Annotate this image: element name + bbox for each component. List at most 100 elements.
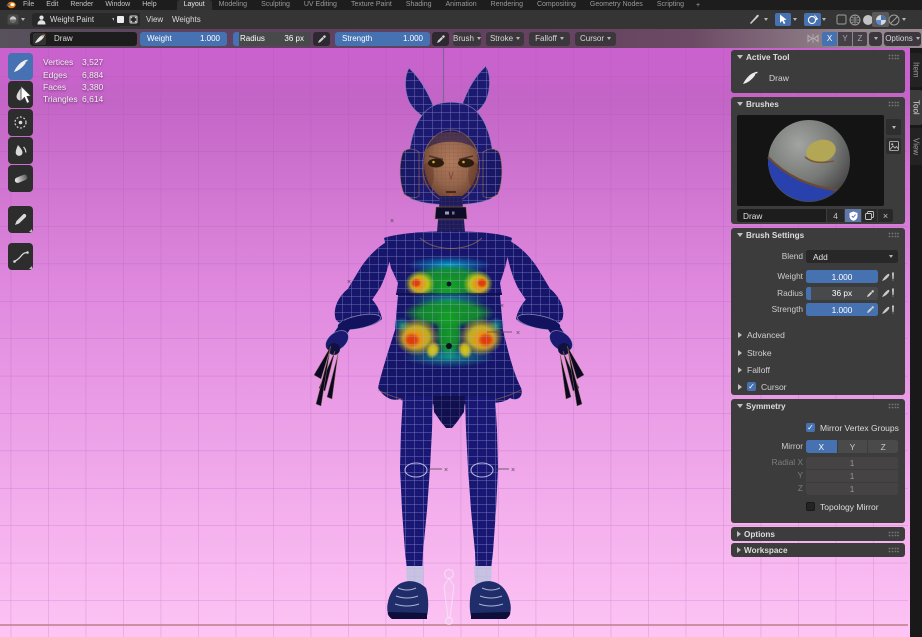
tab-geometry-nodes[interactable]: Geometry Nodes	[583, 0, 650, 10]
subpanel-stroke[interactable]: Stroke	[731, 346, 905, 359]
tab-compositing[interactable]: Compositing	[530, 0, 583, 10]
tool-measure-button[interactable]	[8, 243, 33, 270]
panel-grip-icon[interactable]	[888, 101, 899, 107]
subpanel-cursor[interactable]: ✓Cursor	[731, 380, 905, 393]
menu-help[interactable]: Help	[136, 0, 162, 10]
sidebar-tab-tool[interactable]: Tool	[910, 90, 922, 125]
brush-duplicate-button[interactable]	[862, 209, 877, 222]
panel-options-header[interactable]: Options	[731, 527, 905, 541]
radial-y-field[interactable]: 1	[806, 470, 898, 482]
tab-modeling[interactable]: Modeling	[212, 0, 254, 10]
unified-strength-icon[interactable]	[881, 304, 897, 316]
panel-strength-label: Strength	[733, 303, 803, 316]
symmetry-x-button[interactable]: X	[806, 440, 837, 453]
tab-uv-editing[interactable]: UV Editing	[297, 0, 344, 10]
blender-logo-icon[interactable]	[4, 1, 17, 9]
mirror-z-button[interactable]: Z	[853, 32, 867, 47]
panel-brush-settings-header[interactable]: Brush Settings	[731, 228, 905, 242]
symmetry-y-button[interactable]: Y	[838, 440, 868, 453]
topology-mirror-checkbox[interactable]	[806, 502, 815, 511]
menu-window[interactable]: Window	[99, 0, 136, 10]
brush-user-count[interactable]: 4	[827, 209, 844, 222]
paint-mask-face-button[interactable]	[127, 13, 140, 26]
panel-grip-icon[interactable]	[888, 54, 899, 60]
tab-scripting[interactable]: Scripting	[650, 0, 691, 10]
gizmo-toggle-button[interactable]	[775, 13, 791, 26]
symmetry-z-button[interactable]: Z	[868, 440, 898, 453]
editor-type-button[interactable]	[5, 13, 27, 26]
panel-symmetry-header[interactable]: Symmetry	[731, 399, 905, 413]
brush-unlink-button[interactable]: ×	[878, 209, 893, 222]
panel-workspace-header[interactable]: Workspace	[731, 543, 905, 557]
brush-fake-user-button[interactable]	[845, 209, 861, 222]
tab-rendering[interactable]: Rendering	[484, 0, 530, 10]
falloff-popover-button[interactable]: Falloff	[529, 32, 570, 47]
eyedropper-icon[interactable]	[866, 305, 875, 314]
unified-radius-icon[interactable]	[881, 287, 897, 299]
cursor-checkbox[interactable]: ✓	[747, 382, 756, 391]
brush-preview-expand-button[interactable]	[886, 119, 901, 135]
tab-shading[interactable]: Shading	[399, 0, 439, 10]
xray-toggle-icon[interactable]	[836, 14, 847, 25]
paint-mask-vertex-button[interactable]	[114, 13, 127, 26]
brush-name-field[interactable]: Draw	[737, 209, 826, 222]
menu-edit[interactable]: Edit	[40, 0, 64, 10]
tab-layout[interactable]: Layout	[177, 0, 212, 10]
tool-settings-button[interactable]	[746, 13, 763, 26]
panel-grip-icon[interactable]	[888, 403, 899, 409]
brush-texture-button[interactable]	[886, 138, 901, 154]
tool-draw-button[interactable]	[8, 53, 33, 80]
brush-preview-sphere	[737, 115, 884, 206]
tab-sculpting[interactable]: Sculpting	[254, 0, 297, 10]
mirror-vertex-groups-checkbox[interactable]: ✓	[806, 423, 815, 432]
radius-slider[interactable]: Radius 36 px	[233, 32, 311, 47]
tool-annotate-button[interactable]	[8, 206, 33, 233]
subpanel-falloff[interactable]: Falloff	[731, 363, 905, 376]
overlays-toggle-button[interactable]	[804, 13, 821, 26]
shading-wireframe-icon[interactable]	[849, 14, 861, 26]
sidebar-tab-item[interactable]: Item	[910, 53, 922, 87]
options-popover-button[interactable]: Options	[884, 32, 921, 47]
panel-active-tool-header[interactable]: Active Tool	[731, 50, 905, 64]
mirror-x-button[interactable]: X	[822, 32, 837, 47]
menu-render[interactable]: Render	[64, 0, 99, 10]
panel-strength-slider[interactable]: 1.000	[806, 303, 878, 316]
subpanel-advanced[interactable]: Advanced	[731, 328, 905, 341]
tool-smear-button[interactable]	[8, 137, 33, 164]
tab-animation[interactable]: Animation	[439, 0, 484, 10]
tool-average-button[interactable]	[8, 109, 33, 136]
brush-preview[interactable]	[737, 115, 884, 206]
blend-dropdown[interactable]: Add	[806, 250, 898, 263]
add-workspace-button[interactable]: +	[691, 2, 705, 9]
eyedropper-icon[interactable]	[866, 289, 875, 298]
mirror-y-button[interactable]: Y	[838, 32, 852, 47]
panel-active-tool: Active Tool Draw	[731, 50, 905, 93]
panel-weight-slider[interactable]: 1.000	[806, 270, 878, 283]
active-brush-button[interactable]: Draw	[30, 32, 137, 47]
menu-view[interactable]: View	[146, 10, 163, 29]
menu-weights[interactable]: Weights	[172, 10, 201, 29]
radius-eyedropper-button[interactable]	[313, 32, 330, 47]
panel-grip-icon[interactable]	[888, 232, 899, 238]
symmetry-popover-button[interactable]	[869, 32, 882, 47]
menu-file[interactable]: File	[17, 0, 40, 10]
weight-slider[interactable]: Weight 1.000	[140, 32, 227, 47]
panel-radius-slider[interactable]: 36 px	[806, 287, 878, 300]
shading-rendered-icon[interactable]	[888, 14, 900, 26]
panel-brushes-header[interactable]: Brushes	[731, 97, 905, 111]
unified-weight-icon[interactable]	[881, 271, 897, 283]
cursor-popover-button[interactable]: Cursor	[575, 32, 616, 47]
panel-grip-icon[interactable]	[888, 531, 899, 537]
stroke-popover-button[interactable]: Stroke	[486, 32, 524, 47]
radial-x-field[interactable]: 1	[806, 457, 898, 469]
radial-z-field[interactable]: 1	[806, 483, 898, 495]
tool-gradient-button[interactable]	[8, 165, 33, 192]
tab-texture-paint[interactable]: Texture Paint	[344, 0, 399, 10]
brush-popover-button[interactable]: Brush	[453, 32, 481, 47]
panel-grip-icon[interactable]	[888, 547, 899, 553]
strength-slider[interactable]: Strength 1.000	[335, 32, 430, 47]
sidebar-tab-view[interactable]: View	[910, 128, 922, 165]
strength-eyedropper-button[interactable]	[432, 32, 449, 47]
mode-selector[interactable]: Weight Paint	[32, 13, 121, 27]
shading-material-button[interactable]	[872, 12, 889, 27]
